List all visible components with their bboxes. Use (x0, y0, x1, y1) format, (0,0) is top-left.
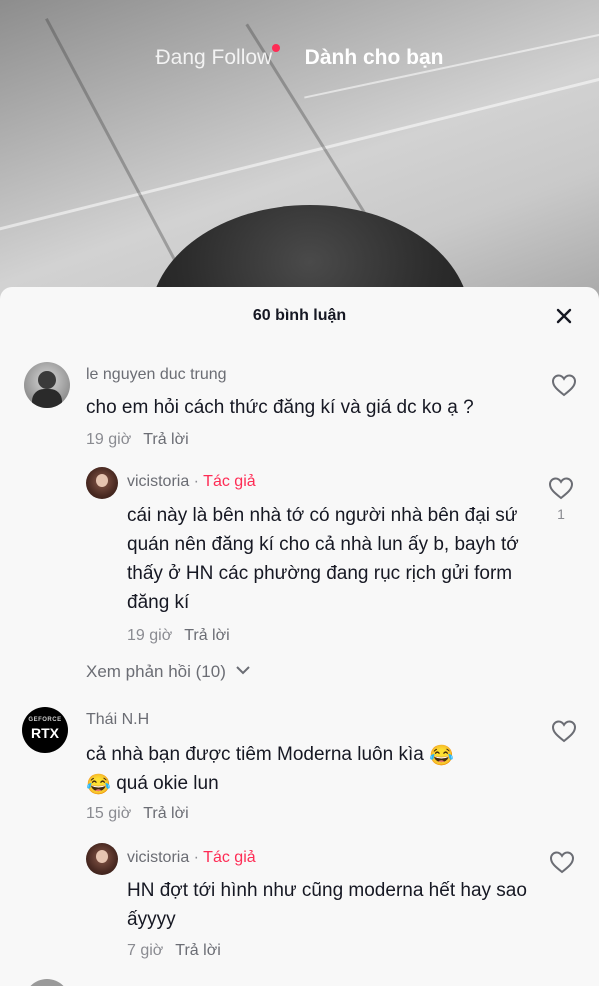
reply-button[interactable]: Trả lời (143, 431, 188, 448)
avatar[interactable] (86, 843, 118, 875)
avatar[interactable]: GEFORCE RTX (22, 707, 68, 753)
comment-meta: 7 giờ Trả lời (127, 942, 221, 960)
tab-for-you[interactable]: Dành cho bạn (305, 46, 444, 70)
reply-button[interactable]: Trả lời (175, 942, 220, 959)
tab-following-label: Đang Follow (155, 46, 273, 69)
comment-username[interactable]: vicistoria (127, 849, 189, 866)
laughing-emoji-icon: 😂 (86, 774, 111, 796)
reply-username-line: vicistoria · Tác giả (127, 849, 256, 867)
comment-time: 19 giờ (86, 431, 132, 448)
reply-button[interactable]: Trả lời (143, 805, 188, 822)
avatar-face (38, 371, 56, 389)
like-count: 1 (557, 506, 565, 522)
comment-text-part: cả nhà bạn được tiêm Moderna luôn kìa (86, 744, 424, 765)
feed-tabs: Đang Follow Dành cho bạn (0, 44, 599, 70)
reply-username-line: vicistoria · Tác giả (127, 473, 256, 491)
heart-icon[interactable] (548, 476, 574, 500)
author-tag: Tác giả (203, 473, 256, 490)
avatar[interactable] (24, 362, 70, 408)
comment-username[interactable]: vicistoria (127, 473, 189, 490)
heart-icon[interactable] (551, 373, 577, 397)
comment-time: 19 giờ (127, 627, 173, 644)
avatar-face (96, 474, 108, 487)
comments-sheet: 60 bình luận le nguyen duc trung cho em … (0, 287, 599, 986)
comments-count-title: 60 bình luận (252, 307, 347, 324)
comment-meta: 19 giờ Trả lời (86, 431, 189, 449)
video-background (0, 0, 599, 300)
close-icon[interactable] (553, 305, 575, 327)
avatar[interactable] (86, 467, 118, 499)
comment-text: cái này là bên nhà tớ có người nhà bên đ… (127, 505, 519, 613)
comment-time: 15 giờ (86, 805, 132, 822)
avatar-subtext: GEFORCE (28, 717, 62, 723)
notification-dot (272, 44, 281, 52)
comment-username[interactable]: le nguyen duc trung (86, 366, 227, 384)
avatar-face (96, 850, 108, 863)
heart-icon[interactable] (551, 719, 577, 743)
view-replies-button[interactable]: Xem phản hồi (10) (86, 662, 251, 682)
reply-item: vicistoria · Tác giả HN đợt tới hình như… (0, 287, 599, 959)
comment-text: cho em hỏi cách thức đăng kí và giá dc k… (86, 397, 474, 418)
avatar-text: RTX (31, 725, 59, 741)
comment-time: 7 giờ (127, 942, 164, 959)
author-tag: Tác giả (203, 849, 256, 866)
avatar-body (32, 389, 62, 408)
separator-dot: · (189, 849, 204, 866)
comment-text-part: quá okie lun (116, 773, 219, 794)
heart-icon[interactable] (549, 850, 575, 874)
tab-following[interactable]: Đang Follow (155, 44, 281, 70)
comment-meta: 19 giờ Trả lời (127, 627, 230, 645)
separator-dot: · (189, 473, 204, 490)
comment-text: cả nhà bạn được tiêm Moderna luôn kìa 😂 … (86, 740, 536, 798)
view-replies-label: Xem phản hồi (10) (86, 662, 226, 681)
laughing-emoji-icon: 😂 (429, 745, 455, 767)
avatar-partial (24, 979, 70, 986)
comment-username[interactable]: Thái N.H (86, 711, 149, 729)
person-head (150, 205, 470, 300)
comment-meta: 15 giờ Trả lời (86, 805, 189, 823)
comment-text: HN đợt tới hình như cũng moderna hết hay… (127, 880, 527, 930)
reply-button[interactable]: Trả lời (184, 627, 229, 644)
comments-header: 60 bình luận (0, 287, 599, 345)
chevron-down-icon (235, 666, 250, 675)
